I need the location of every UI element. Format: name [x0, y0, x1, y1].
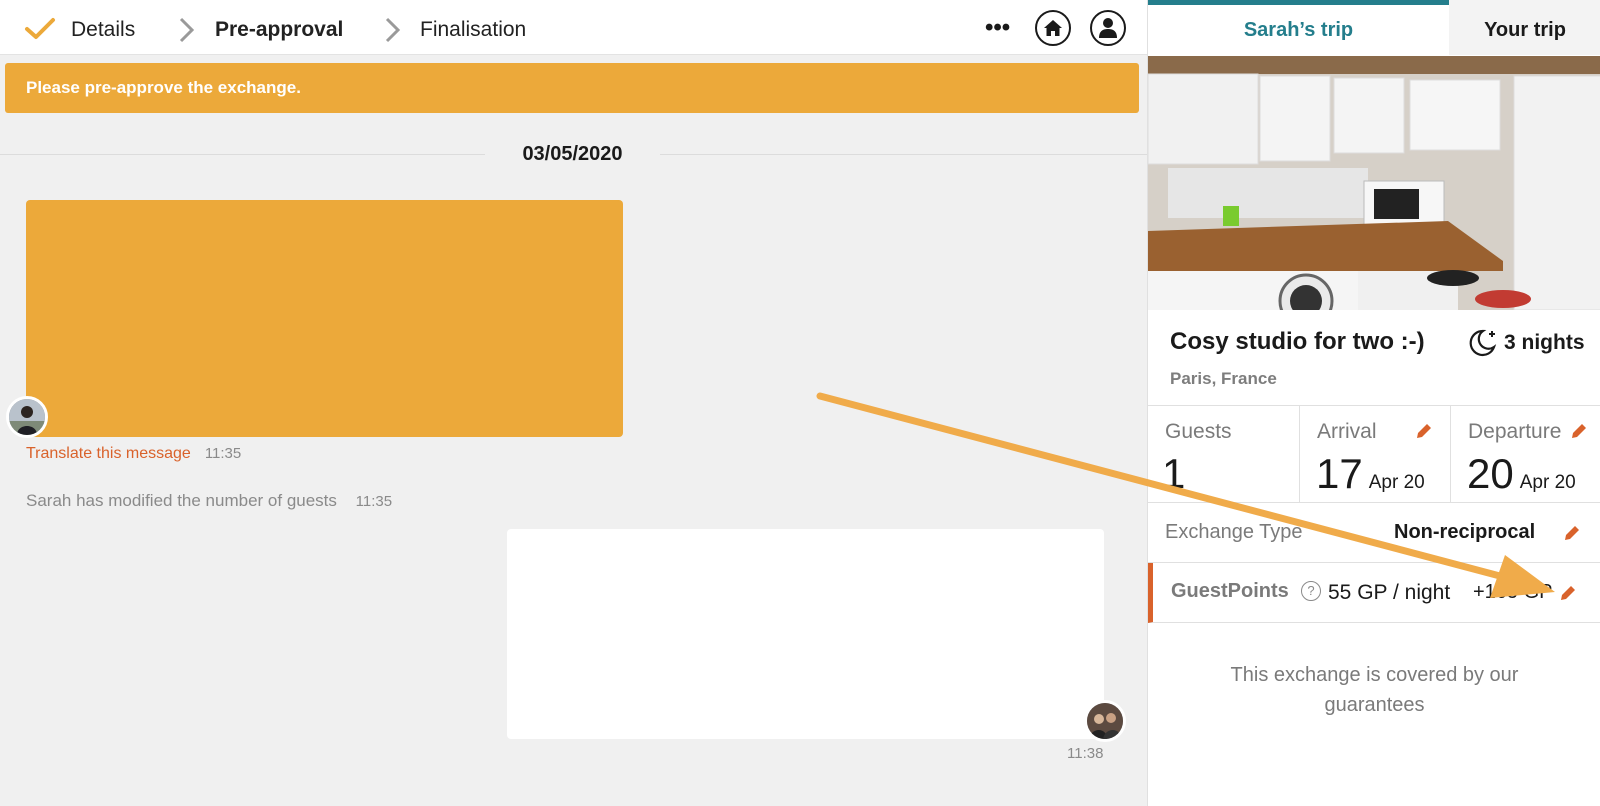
incoming-message-bubble	[26, 200, 623, 437]
system-event-time: 11:35	[355, 493, 393, 510]
translate-message-link[interactable]: Translate this message	[26, 445, 191, 462]
trip-sidebar: Sarah’s trip Your trip Cosy studio for t…	[1147, 0, 1600, 806]
edit-exchange-type-icon[interactable]	[1562, 523, 1582, 543]
nights-label: 3 nights	[1504, 331, 1585, 354]
message-time: 11:38	[1067, 745, 1104, 762]
guests-value: 1	[1162, 450, 1186, 497]
departure-month: Apr 20	[1519, 472, 1576, 493]
arrival-date: 17 Apr 20	[1316, 450, 1425, 507]
moon-icon	[1469, 329, 1497, 357]
guestpoints-row: GuestPoints ? 55 GP / night +165 GP	[1148, 563, 1600, 623]
guests-label: Guests	[1165, 420, 1232, 443]
message-time: 11:35	[204, 445, 242, 462]
arrival-cell: Arrival 17 Apr 20	[1300, 406, 1451, 503]
home-icon	[1044, 20, 1062, 36]
arrival-label: Arrival	[1317, 420, 1377, 443]
departure-date: 20 Apr 20	[1467, 450, 1576, 507]
system-event: Sarah has modified the number of guests …	[26, 490, 392, 513]
guest-avatar	[1084, 700, 1126, 742]
step-pre-approval[interactable]: Pre-approval	[215, 15, 343, 45]
conversation-date: 03/05/2020	[485, 139, 660, 169]
edit-guestpoints-icon[interactable]	[1558, 583, 1578, 603]
departure-cell: Departure 20 Apr 20	[1451, 406, 1600, 503]
step-finalisation[interactable]: Finalisation	[420, 15, 526, 45]
home-button[interactable]	[1035, 10, 1071, 46]
chevron-right-icon	[179, 17, 195, 43]
departure-day: 20	[1467, 450, 1514, 497]
departure-label: Departure	[1468, 420, 1562, 443]
arrival-day: 17	[1316, 450, 1363, 497]
tab-your-trip[interactable]: Your trip	[1449, 0, 1600, 55]
check-icon	[25, 18, 55, 39]
tab-sarahs-trip[interactable]: Sarah’s trip	[1148, 0, 1449, 55]
profile-button[interactable]	[1090, 10, 1126, 46]
outgoing-message-bubble	[507, 529, 1104, 739]
trip-details-grid: Guests 1 Arrival 17 Apr 20 Departure 20 Ap…	[1148, 405, 1600, 503]
more-options-button[interactable]: •••	[985, 14, 1010, 42]
edit-arrival-icon[interactable]	[1414, 421, 1434, 441]
host-avatar	[6, 396, 48, 438]
guests-cell: Guests 1	[1148, 406, 1300, 503]
exchange-type-label: Exchange Type	[1165, 521, 1303, 543]
listing-title: Cosy studio for two :-)	[1170, 328, 1425, 355]
top-bar: Details Pre-approval Finalisation •••	[0, 0, 1147, 55]
help-icon[interactable]: ?	[1301, 581, 1321, 601]
arrival-month: Apr 20	[1368, 472, 1425, 493]
pre-approve-banner: Please pre-approve the exchange.	[5, 63, 1139, 113]
exchange-type-row: Exchange Type Non-reciprocal	[1148, 503, 1600, 563]
exchange-type-value: Non-reciprocal	[1394, 521, 1536, 543]
user-icon	[1099, 18, 1117, 38]
chevron-right-icon	[385, 17, 401, 43]
guestpoints-rate: 55 GP / night	[1328, 581, 1451, 604]
guestpoints-label: GuestPoints	[1171, 580, 1289, 602]
guarantee-note: This exchange is covered by our guarante…	[1230, 664, 1519, 716]
system-event-text: Sarah has modified the number of guests	[26, 491, 337, 510]
conversation-pane: Details Pre-approval Finalisation ••• Pl…	[0, 0, 1147, 806]
incoming-message-meta: Translate this message 11:35	[26, 443, 241, 465]
guestpoints-total: +165 GP	[1473, 581, 1553, 603]
listing-location: Paris, France	[1170, 369, 1277, 388]
listing-photo[interactable]	[1148, 56, 1600, 310]
nights-count: 3 nights	[1466, 328, 1585, 358]
step-details[interactable]: Details	[71, 15, 135, 45]
edit-departure-icon[interactable]	[1569, 421, 1589, 441]
